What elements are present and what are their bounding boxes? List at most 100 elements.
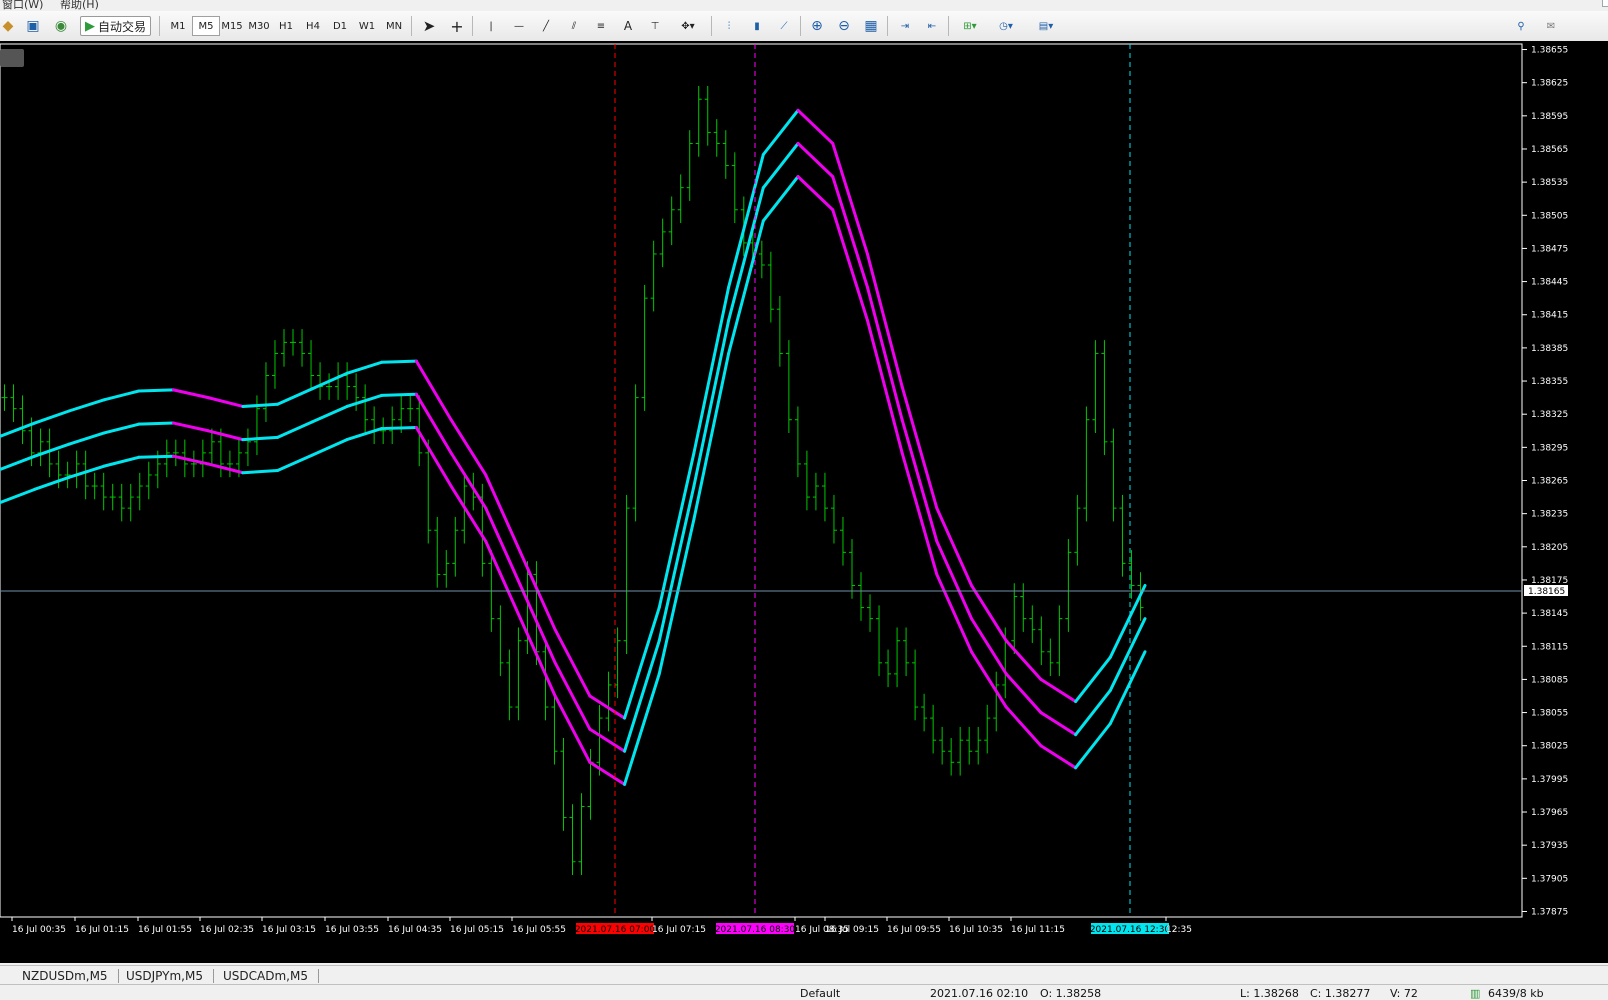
y-tick-label: 1.38235 xyxy=(1531,510,1568,520)
y-tick-label: 1.38445 xyxy=(1531,278,1568,288)
envelope-segment xyxy=(414,359,453,422)
envelope-segment xyxy=(553,661,592,731)
status-low: L: 1.38268 xyxy=(1240,987,1299,1000)
envelope-segment xyxy=(414,425,453,488)
envelope-segment xyxy=(727,219,765,355)
separator xyxy=(887,16,888,36)
status-traffic: 6439/8 kb xyxy=(1488,987,1544,1000)
envelope-segment xyxy=(276,453,314,473)
close-icon[interactable]: ✕ xyxy=(1602,0,1608,7)
envelope-segment xyxy=(865,252,904,389)
tf-d1[interactable]: D1 xyxy=(327,16,353,36)
chat-icon[interactable]: ✉ xyxy=(1540,16,1562,36)
envelope-segment xyxy=(33,409,71,425)
tf-h4[interactable]: H4 xyxy=(300,16,326,36)
menu-bar: 窗口(W) 帮助(H) – ❐ ✕ xyxy=(0,0,1608,11)
autotrade-button[interactable]: ▶ 自动交易 xyxy=(80,16,152,36)
tile-windows-icon[interactable]: ▦ xyxy=(860,16,882,36)
tf-m5[interactable]: M5 xyxy=(192,16,220,36)
envelope-segment xyxy=(692,285,731,455)
tf-w1[interactable]: W1 xyxy=(354,16,380,36)
tf-mn[interactable]: MN xyxy=(381,16,407,36)
x-tick-label: 12:35 xyxy=(1166,925,1192,935)
envelope-segment xyxy=(1004,705,1043,748)
candlestick-icon[interactable]: ▮ xyxy=(746,16,768,36)
envelope-segment xyxy=(0,487,37,505)
price-chart[interactable]: 2021.07.16 07:00 2021.07.16 08:30 2021.07.… xyxy=(0,41,1608,963)
y-tick-label: 1.38505 xyxy=(1531,211,1568,221)
envelope-segment xyxy=(900,418,939,543)
envelope-segment xyxy=(657,484,696,643)
envelope-segment xyxy=(970,583,1008,643)
search-icon[interactable]: ⚲ xyxy=(1510,16,1532,36)
connection-icon: ▥ xyxy=(1470,987,1481,1000)
envelope-segment xyxy=(588,727,627,753)
envelope-segment xyxy=(67,431,106,446)
y-tick-label: 1.37935 xyxy=(1531,841,1568,851)
envelope-segment xyxy=(623,639,661,753)
zoom-in-icon[interactable]: ⊕ xyxy=(806,16,828,36)
status-bar: Default 2021.07.16 02:10 O: 1.38258 L: 1… xyxy=(0,984,1608,1000)
tab-usdcadm[interactable]: USDCADm,M5 xyxy=(213,969,319,983)
status-volume: V: 72 xyxy=(1390,987,1418,1000)
chart-tabs: NZDUSDm,M5 USDJPYm,M5 USDCADm,M5 xyxy=(0,965,1608,985)
line-chart-icon[interactable]: ⟋ xyxy=(773,16,795,36)
plot-frame xyxy=(0,43,1523,918)
tf-h1[interactable]: H1 xyxy=(273,16,299,36)
trendline-icon[interactable]: ╱ xyxy=(535,16,557,36)
envelope-segment xyxy=(345,360,384,375)
y-tick-label: 1.38565 xyxy=(1531,145,1568,155)
envelope-segment xyxy=(935,506,974,587)
templates-dropdown-icon[interactable]: ▤▾ xyxy=(1030,16,1062,36)
globe-icon[interactable]: ◉ xyxy=(52,16,70,36)
tf-m30[interactable]: M30 xyxy=(246,16,272,36)
envelope-segment xyxy=(1039,744,1078,770)
chart-shift-icon[interactable]: ⇤ xyxy=(921,16,943,36)
crosshair-icon[interactable]: + xyxy=(446,16,468,36)
envelope-segment xyxy=(865,318,904,455)
indicators-dropdown-icon[interactable]: ⊞▾ xyxy=(954,16,986,36)
tab-usdjpym[interactable]: USDJPYm,M5 xyxy=(116,969,214,983)
envelope-segment xyxy=(206,429,245,442)
tf-m15[interactable]: M15 xyxy=(219,16,245,36)
envelope-segment xyxy=(518,617,557,698)
text-label-icon[interactable]: ⊤ xyxy=(644,16,666,36)
new-order-icon[interactable]: ◆ xyxy=(0,16,16,36)
fibonacci-icon[interactable]: ≡ xyxy=(590,16,612,36)
menu-window[interactable]: 窗口(W) xyxy=(2,0,43,11)
envelope-segment xyxy=(310,404,349,424)
horizontal-line-icon[interactable]: — xyxy=(508,16,530,36)
y-tick-label: 1.38535 xyxy=(1531,178,1568,188)
terminal-icon[interactable]: ▣ xyxy=(24,16,42,36)
tf-m1[interactable]: M1 xyxy=(165,16,191,36)
periods-dropdown-icon[interactable]: ◷▾ xyxy=(990,16,1022,36)
envelope-segment xyxy=(935,572,974,654)
envelope-segment xyxy=(796,175,835,212)
autotrade-label: 自动交易 xyxy=(98,19,147,34)
tab-nzdusdm[interactable]: NZDUSDm,M5 xyxy=(12,969,119,983)
shapes-dropdown-icon[interactable]: ✥▾ xyxy=(672,16,704,36)
envelope-segment xyxy=(831,175,869,289)
x-tick-label: 16 Jul 01:15 xyxy=(75,925,129,935)
envelope-segment xyxy=(1039,677,1078,704)
menu-help[interactable]: 帮助(H) xyxy=(60,0,99,11)
zoom-out-icon[interactable]: ⊖ xyxy=(833,16,855,36)
bar-chart-icon[interactable]: ⫶ xyxy=(718,16,740,36)
x-tick-label: 16 Jul 02:35 xyxy=(200,925,254,935)
envelope-segment xyxy=(518,583,557,665)
cursor-icon[interactable]: ➤ xyxy=(418,16,440,36)
channel-icon[interactable]: ⫽ xyxy=(563,16,585,36)
envelope-segment xyxy=(449,451,488,510)
envelope-segment xyxy=(380,425,418,431)
envelope-segment xyxy=(970,650,1008,709)
envelope-segment xyxy=(380,392,418,397)
separator xyxy=(711,16,712,36)
autoscroll-icon[interactable]: ⇥ xyxy=(894,16,916,36)
one-click-panel xyxy=(0,49,24,67)
x-tick-label: 16 Jul 05:15 xyxy=(450,925,504,935)
envelope-segment xyxy=(102,389,141,402)
vertical-line-icon[interactable]: | xyxy=(480,16,502,36)
text-tool-icon[interactable]: A xyxy=(617,16,639,36)
chart-area[interactable]: 2021.07.16 07:00 2021.07.16 08:30 2021.07.… xyxy=(0,41,1608,963)
envelope-segment xyxy=(935,539,974,621)
